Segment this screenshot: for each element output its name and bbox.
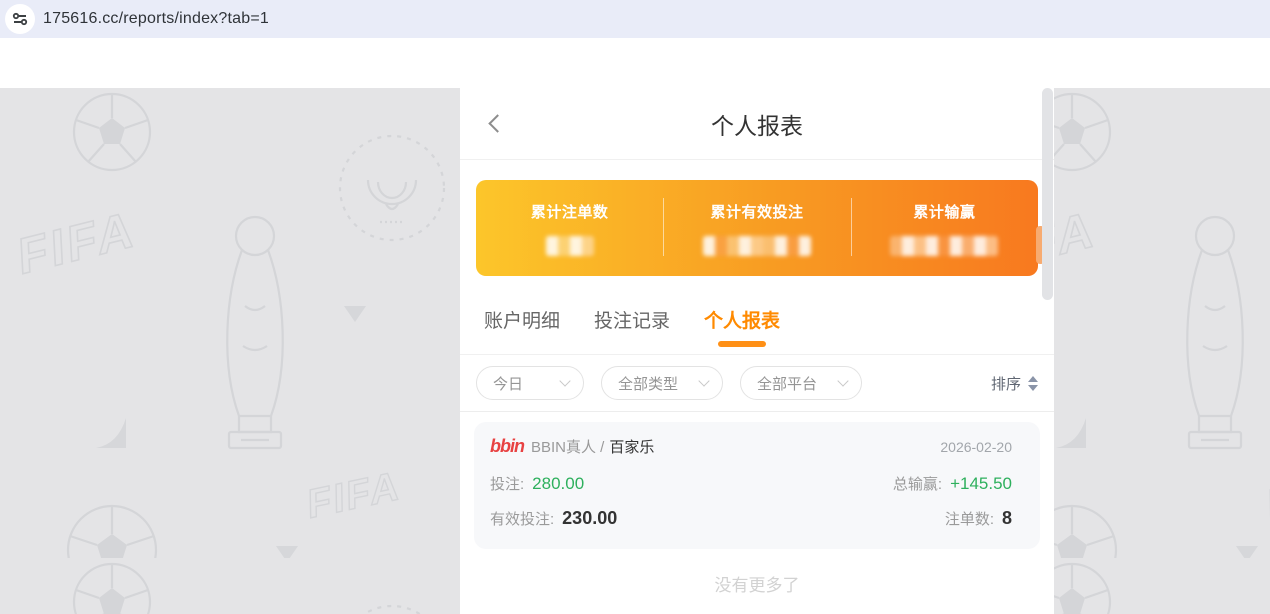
scrollbar-thumb[interactable] bbox=[1042, 88, 1053, 300]
stats-section: 累计注单数 累计有效投注 累计输赢 bbox=[460, 160, 1054, 284]
record-date: 2026-02-20 bbox=[940, 439, 1012, 455]
bet-count: 注单数: 8 bbox=[751, 508, 1012, 529]
filter-bar: 今日 全部类型 全部平台 排序 bbox=[460, 355, 1054, 412]
stats-summary-card: 累计注单数 累计有效投注 累计输赢 bbox=[476, 180, 1038, 276]
stat-total-winloss: 累计输赢 bbox=[851, 180, 1038, 276]
bbin-logo: bbin bbox=[490, 436, 524, 457]
stat-total-valid-bet: 累计有效投注 bbox=[663, 180, 850, 276]
url-text[interactable]: 175616.cc/reports/index?tab=1 bbox=[43, 10, 269, 28]
report-tabs: 账户明细 投注记录 个人报表 bbox=[460, 284, 1054, 355]
stat-total-bet-count: 累计注单数 bbox=[476, 180, 663, 276]
chevron-down-icon bbox=[837, 375, 848, 386]
total-winloss: 总输赢: +145.50 bbox=[751, 473, 1012, 494]
platform-filter-dropdown[interactable]: 全部平台 bbox=[740, 366, 862, 400]
record-header: bbin BBIN真人 / 百家乐 2026-02-20 bbox=[490, 436, 1012, 457]
bet-amount: 投注: 280.00 bbox=[490, 473, 751, 494]
back-button[interactable] bbox=[484, 112, 510, 138]
masked-value bbox=[890, 236, 998, 256]
chevron-left-icon bbox=[488, 114, 506, 132]
tab-personal-report[interactable]: 个人报表 bbox=[704, 284, 780, 355]
record-values: 投注: 280.00 总输赢: +145.50 有效投注: 230.00 注单数… bbox=[490, 473, 1012, 529]
sort-arrows-icon bbox=[1028, 376, 1038, 391]
report-record-card[interactable]: bbin BBIN真人 / 百家乐 2026-02-20 投注: 280.00 … bbox=[474, 422, 1040, 549]
site-settings-icon[interactable] bbox=[5, 4, 35, 34]
app-header: 个人报表 bbox=[460, 88, 1054, 160]
valid-bet-amount: 有效投注: 230.00 bbox=[490, 508, 751, 529]
report-app-panel: 个人报表 累计注单数 累计有效投注 累计输赢 bbox=[460, 88, 1054, 614]
chevron-down-icon bbox=[559, 375, 570, 386]
page-top-whitespace bbox=[0, 38, 1270, 88]
browser-address-bar: 175616.cc/reports/index?tab=1 bbox=[0, 0, 1270, 38]
masked-value bbox=[703, 236, 811, 256]
date-filter-dropdown[interactable]: 今日 bbox=[476, 366, 584, 400]
report-list: bbin BBIN真人 / 百家乐 2026-02-20 投注: 280.00 … bbox=[460, 412, 1054, 596]
masked-value bbox=[546, 236, 594, 256]
screen: 175616.cc/reports/index?tab=1 bbox=[0, 0, 1270, 614]
type-filter-dropdown[interactable]: 全部类型 bbox=[601, 366, 723, 400]
chevron-down-icon bbox=[698, 375, 709, 386]
sort-control[interactable]: 排序 bbox=[991, 373, 1038, 394]
page-title: 个人报表 bbox=[711, 107, 803, 141]
no-more-text: 没有更多了 bbox=[474, 571, 1040, 596]
tab-bet-records[interactable]: 投注记录 bbox=[594, 284, 670, 355]
tab-account-details[interactable]: 账户明细 bbox=[484, 284, 560, 355]
